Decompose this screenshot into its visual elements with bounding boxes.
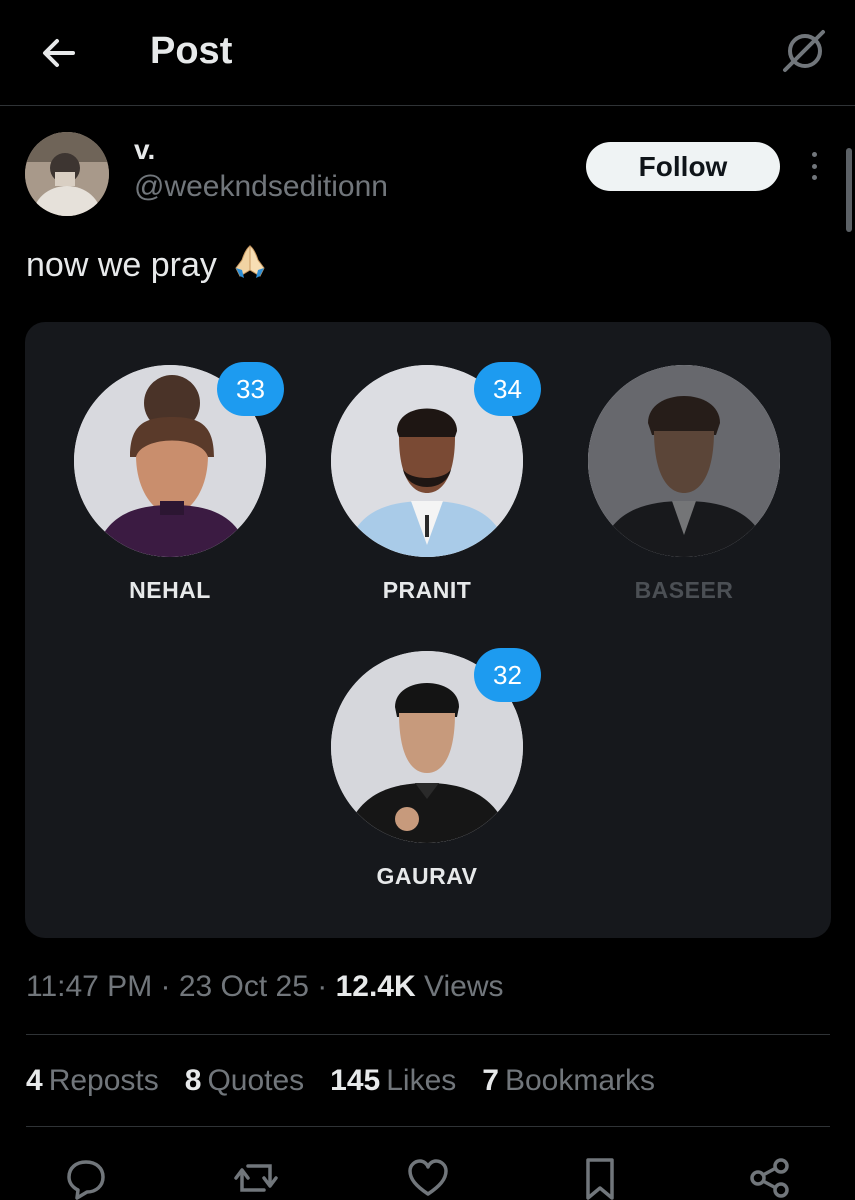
repost-button[interactable] [234,1156,278,1200]
bookmark-button[interactable] [578,1156,622,1200]
folded-hands-icon [235,245,265,278]
user-handle[interactable]: @weekndseditionn [134,170,388,204]
engagement-stats: 4 Reposts 8 Quotes 145 Likes 7 Bookmarks [26,1064,655,1098]
grok-icon [783,30,825,72]
divider [26,1034,830,1035]
reply-icon [67,1160,105,1200]
repost-icon [234,1164,278,1192]
candidate-name: PRANIT [382,577,472,603]
grok-button[interactable] [779,26,829,76]
scrollbar[interactable] [846,148,852,232]
share-icon [750,1158,789,1198]
heart-icon [408,1159,448,1196]
quotes-label: Quotes [207,1064,305,1097]
tweet-text: now we pray [26,240,270,285]
likes-count: 145 [330,1064,381,1097]
tweet-meta: 11:47 PM · 23 Oct 25 · 12.4K Views [26,970,503,1004]
reposts-count: 4 [26,1064,43,1097]
like-button[interactable] [406,1156,450,1200]
back-button[interactable] [36,30,82,76]
more-options-button[interactable] [800,148,828,184]
vote-count-badge: 32 [474,648,541,702]
bookmarks-label: Bookmarks [504,1064,656,1097]
timestamp[interactable]: 11:47 PM · 23 Oct 25 · [26,970,336,1003]
candidate-name: GAURAV [376,863,478,889]
reposts-label: Reposts [48,1064,159,1097]
candidate-photo [588,365,780,557]
follow-button[interactable]: Follow [586,142,780,191]
display-name[interactable]: v. [134,134,155,166]
likes-label: Likes [386,1064,457,1097]
more-dot-icon [811,175,817,180]
more-dot-icon [811,163,817,169]
header-bar: Post [0,0,855,106]
page-title: Post [150,30,233,72]
avatar[interactable] [25,132,109,216]
arrow-left-icon [43,39,75,67]
vote-count-badge: 33 [217,362,284,416]
tweet-text-content: now we pray [26,246,217,284]
bookmarks-stat[interactable]: 7 Bookmarks [482,1064,655,1098]
avatar-image [25,132,109,216]
likes-stat[interactable]: 145 Likes [330,1064,456,1098]
candidate-name: BASEER [634,577,734,603]
poll-card: 33 NEHAL 34 PRANIT BASEER 32 GAURAV [25,322,831,938]
vote-count-badge: 34 [474,362,541,416]
candidate-name: NEHAL [129,577,211,603]
quotes-stat[interactable]: 8 Quotes [185,1064,304,1098]
views-count: 12.4K [335,970,416,1003]
reposts-stat[interactable]: 4 Reposts [26,1064,159,1098]
bookmarks-count: 7 [482,1064,499,1097]
divider [26,1126,830,1127]
more-dot-icon [811,152,817,157]
share-button[interactable] [748,1156,792,1200]
bookmark-icon [586,1158,614,1200]
views-label: Views [424,970,504,1003]
reply-button[interactable] [64,1156,108,1200]
quotes-count: 8 [184,1064,202,1097]
